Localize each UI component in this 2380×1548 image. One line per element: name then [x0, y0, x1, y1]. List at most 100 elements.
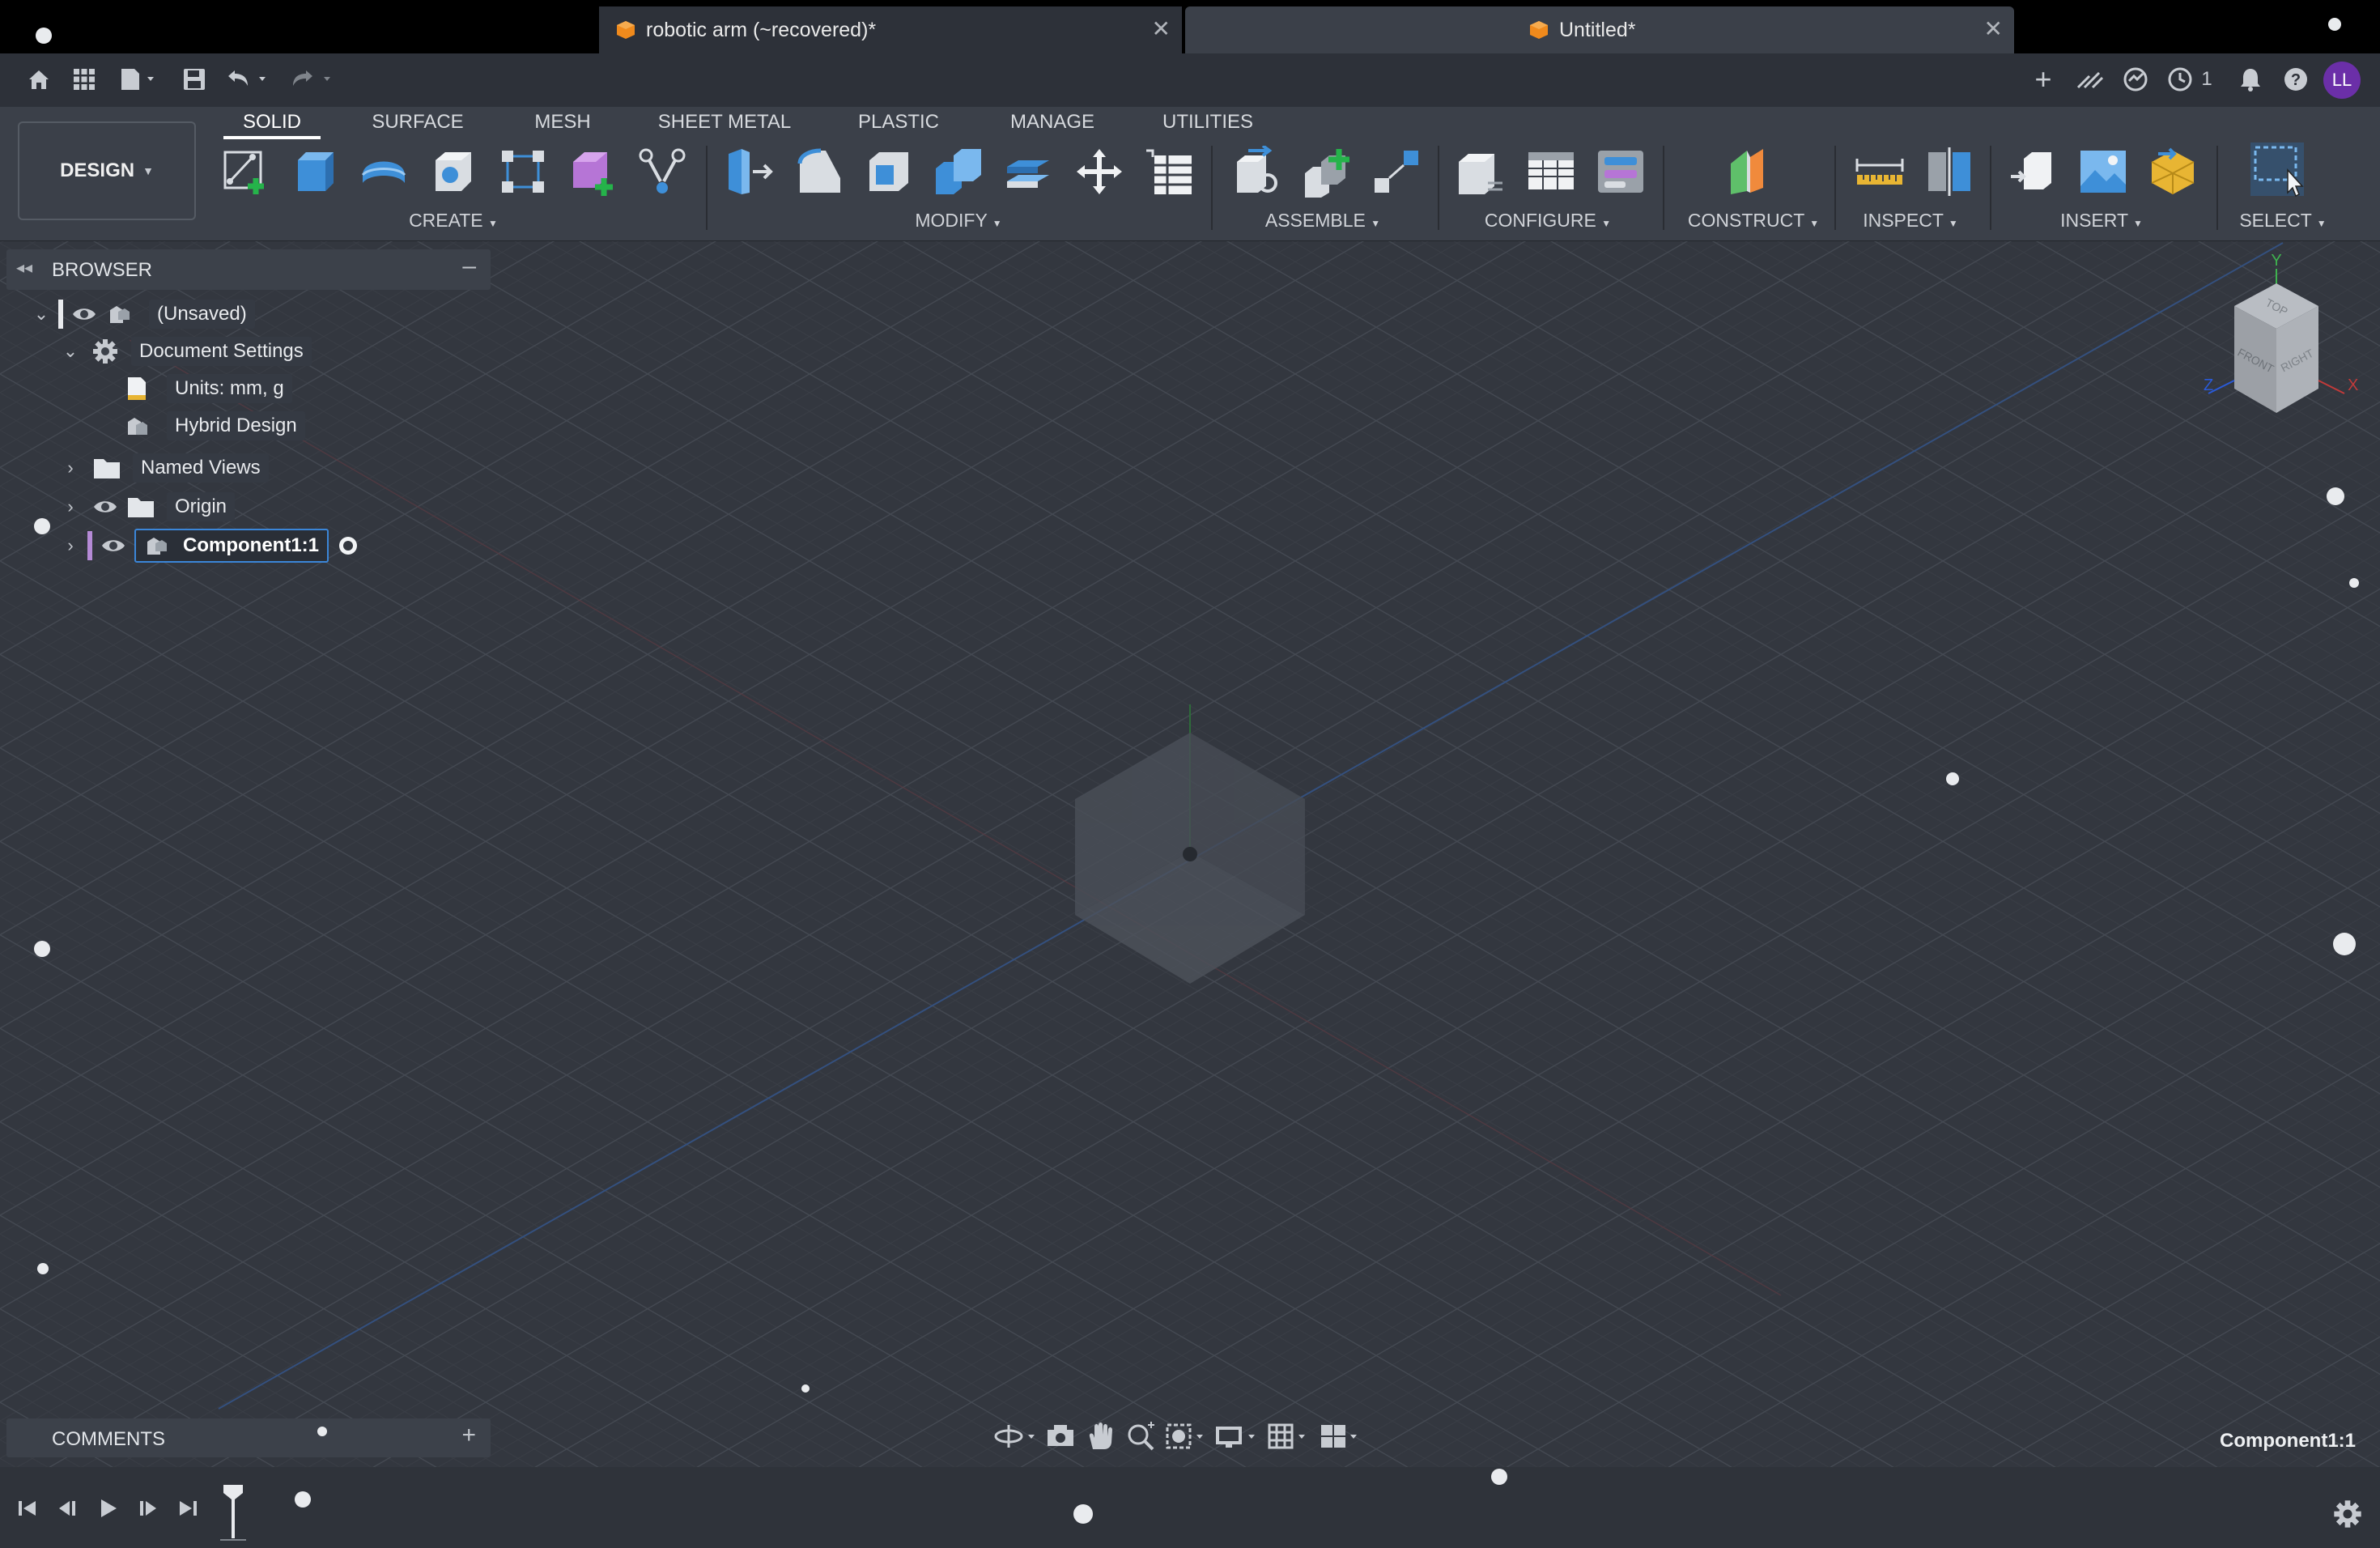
tab-plastic[interactable]: PLASTIC [842, 108, 955, 141]
visibility-eye-icon[interactable] [100, 536, 126, 555]
joint-icon[interactable] [1371, 146, 1423, 198]
home-icon[interactable] [23, 63, 55, 96]
view-cube[interactable]: Y TOP FRONT RIGHT Z X [2186, 251, 2372, 421]
visibility-eye-icon[interactable] [71, 304, 97, 324]
insert-mesh-icon[interactable] [2147, 146, 2199, 198]
browser-root-node[interactable]: ⌄ (Unsaved) [29, 296, 255, 332]
create-form-icon[interactable] [567, 146, 618, 198]
browser-panel-header[interactable]: ◂◂ BROWSER – [6, 249, 491, 290]
data-panel-grid-icon[interactable] [68, 63, 100, 96]
tab-sheet-metal[interactable]: SHEET METAL [648, 108, 801, 141]
browser-node-units[interactable]: Units: mm, g [125, 371, 292, 406]
measure-icon[interactable] [1854, 146, 1906, 198]
insert-canvas-icon[interactable] [2077, 146, 2129, 198]
assemble-menu[interactable]: ASSEMBLE ▼ [1242, 207, 1404, 233]
combine-icon[interactable] [933, 146, 984, 198]
configure-design-icon[interactable] [1456, 146, 1507, 198]
press-pull-icon[interactable] [724, 146, 776, 198]
undo-icon[interactable] [222, 63, 274, 96]
grid-settings-icon[interactable] [1264, 1420, 1318, 1452]
select-menu[interactable]: SELECT ▼ [2202, 207, 2364, 233]
shell-icon[interactable] [863, 146, 915, 198]
new-component-icon[interactable] [1302, 146, 1354, 198]
new-component-joint-icon[interactable] [1232, 146, 1284, 198]
browser-node-component[interactable]: › Component1:1 [58, 528, 359, 563]
fit-window-icon[interactable] [1162, 1420, 1211, 1452]
add-comment-icon[interactable]: + [461, 1422, 476, 1449]
viewports-icon[interactable] [1318, 1420, 1371, 1452]
timeline-settings-gear-icon[interactable] [2331, 1498, 2364, 1530]
redo-icon[interactable] [287, 63, 338, 96]
insert-menu[interactable]: INSERT ▼ [2021, 207, 2182, 233]
browser-node-named-views[interactable]: › Named Views [58, 450, 269, 486]
go-to-end-icon[interactable] [176, 1496, 201, 1520]
construct-plane-icon[interactable] [1726, 146, 1778, 198]
display-settings-icon[interactable] [1211, 1420, 1264, 1452]
timeline-marker[interactable] [217, 1482, 249, 1542]
viewport-canvas[interactable] [0, 241, 2380, 1467]
notifications-bell-icon[interactable] [2233, 63, 2268, 96]
browser-node-origin[interactable]: › Origin [58, 489, 236, 525]
configure-menu[interactable]: CONFIGURE ▼ [1467, 207, 1629, 233]
save-icon[interactable] [178, 63, 210, 96]
activate-component-radio-icon[interactable] [337, 534, 359, 557]
online-status-icon[interactable] [2118, 63, 2153, 96]
fillet-icon[interactable] [793, 146, 845, 198]
chevron-down-icon[interactable]: ⌄ [58, 341, 83, 362]
move-copy-icon[interactable] [1073, 146, 1125, 198]
inspect-menu[interactable]: INSPECT ▼ [1830, 207, 1991, 233]
section-analysis-icon[interactable] [1923, 146, 1975, 198]
user-avatar[interactable]: LL [2323, 62, 2361, 99]
create-sketch-icon[interactable] [220, 146, 272, 198]
extensions-icon[interactable] [2072, 63, 2108, 96]
modify-menu[interactable]: MODIFY ▼ [878, 207, 1039, 233]
select-window-icon[interactable] [2249, 141, 2306, 198]
pan-hand-icon[interactable] [1082, 1420, 1122, 1452]
chevron-right-icon[interactable]: › [58, 496, 83, 517]
configuration-table-icon[interactable] [1525, 146, 1577, 198]
tab-mesh[interactable]: MESH [518, 108, 607, 141]
origin-point[interactable] [1183, 847, 1197, 861]
step-forward-icon[interactable] [136, 1496, 160, 1520]
file-menu-icon[interactable] [117, 63, 162, 96]
hole-icon[interactable] [427, 146, 479, 198]
change-parameters-icon[interactable] [1143, 146, 1195, 198]
workspace-switcher-button[interactable]: DESIGN ▼ [18, 121, 196, 220]
insert-derive-icon[interactable] [2008, 146, 2059, 198]
new-tab-plus-icon[interactable]: + [2027, 62, 2059, 96]
tab-manage[interactable]: MANAGE [996, 108, 1109, 141]
minimize-panel-icon[interactable]: – [462, 253, 476, 280]
construct-menu[interactable]: CONSTRUCT ▼ [1672, 207, 1834, 233]
revolve-icon[interactable] [358, 146, 410, 198]
collapse-panel-icon[interactable]: ◂◂ [16, 257, 32, 278]
browser-node-document-settings[interactable]: ⌄ Document Settings [58, 334, 312, 369]
browser-node-design-type[interactable]: Hybrid Design [125, 408, 305, 444]
chevron-right-icon[interactable]: › [58, 535, 83, 556]
configuration-rules-icon[interactable] [1595, 146, 1647, 198]
go-to-start-icon[interactable] [15, 1496, 39, 1520]
job-status-button[interactable]: 1 [2161, 63, 2218, 96]
visibility-eye-icon[interactable] [92, 497, 118, 517]
tab-surface[interactable]: SURFACE [361, 108, 474, 141]
pattern-icon[interactable] [497, 146, 549, 198]
extrude-icon[interactable] [288, 146, 340, 198]
close-tab-icon[interactable]: ✕ [1152, 18, 1171, 40]
look-at-icon[interactable] [1041, 1420, 1082, 1452]
comments-panel[interactable]: COMMENTS + [6, 1418, 491, 1457]
step-back-icon[interactable] [55, 1496, 79, 1520]
derive-icon[interactable] [636, 146, 688, 198]
zoom-icon[interactable] [1122, 1420, 1162, 1452]
create-menu[interactable]: CREATE ▼ [372, 207, 534, 233]
overlay-dot [295, 1491, 311, 1508]
play-icon[interactable] [96, 1496, 120, 1520]
offset-face-icon[interactable] [1002, 146, 1054, 198]
help-icon[interactable]: ? [2278, 63, 2314, 96]
component-item[interactable]: Component1:1 [134, 529, 329, 563]
chevron-down-icon[interactable]: ⌄ [29, 304, 53, 325]
tab-utilities[interactable]: UTILITIES [1150, 108, 1266, 141]
orbit-icon[interactable] [992, 1420, 1041, 1452]
close-tab-icon[interactable]: ✕ [1984, 18, 2003, 40]
document-tab-untitled[interactable]: Untitled* ✕ [1185, 6, 2014, 53]
chevron-right-icon[interactable]: › [58, 457, 83, 478]
document-tab-robotic-arm[interactable]: robotic arm (~recovered)* ✕ [599, 6, 1182, 53]
